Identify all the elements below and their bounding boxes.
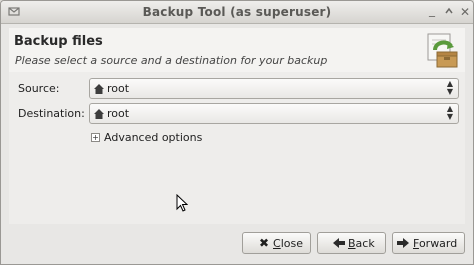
page-header: Backup files Please select a source and … [9,28,465,72]
forward-label: orward [418,237,458,250]
backup-tool-window: Backup Tool (as superuser) _ ✕ Backup fi… [0,0,474,265]
source-value: root [107,82,130,95]
maximize-icon[interactable] [442,5,456,19]
content-area: Source: root ▲ ▼ Destination: root ▲ ▼ [9,72,465,224]
close-button[interactable]: ✖ Close [242,232,311,254]
window-title: Backup Tool (as superuser) [142,5,332,19]
close-accesskey: C [273,237,281,250]
arrow-left-icon [332,236,346,250]
mouse-pointer-icon [176,194,188,212]
minimize-icon[interactable]: _ [425,3,439,17]
title-bar[interactable]: Backup Tool (as superuser) _ ✕ [1,1,473,24]
forward-button[interactable]: Forward [392,232,465,254]
destination-value: root [107,107,130,120]
back-label: ack [355,237,375,250]
backup-box-icon [421,30,461,70]
advanced-options-label[interactable]: Advanced options [104,131,202,144]
close-window-icon[interactable]: ✕ [458,5,472,19]
page-title: Backup files [14,34,103,49]
source-label: Source: [18,82,60,95]
arrow-right-icon [396,236,410,250]
destination-combobox[interactable]: root ▲ ▼ [89,103,459,124]
back-accesskey: B [348,237,356,250]
page-subtitle: Please select a source and a destination… [15,54,328,67]
source-combobox[interactable]: root ▲ ▼ [89,78,459,99]
home-icon [94,109,104,119]
expand-plus-icon[interactable]: + [91,133,100,142]
combo-arrows-icon: ▲ ▼ [446,79,453,96]
destination-label: Destination: [18,107,85,120]
back-button[interactable]: Back [317,232,386,254]
close-icon: ✖ [258,236,270,250]
home-icon [94,84,104,94]
close-label: lose [280,237,303,250]
combo-arrows-icon: ▲ ▼ [446,104,453,121]
